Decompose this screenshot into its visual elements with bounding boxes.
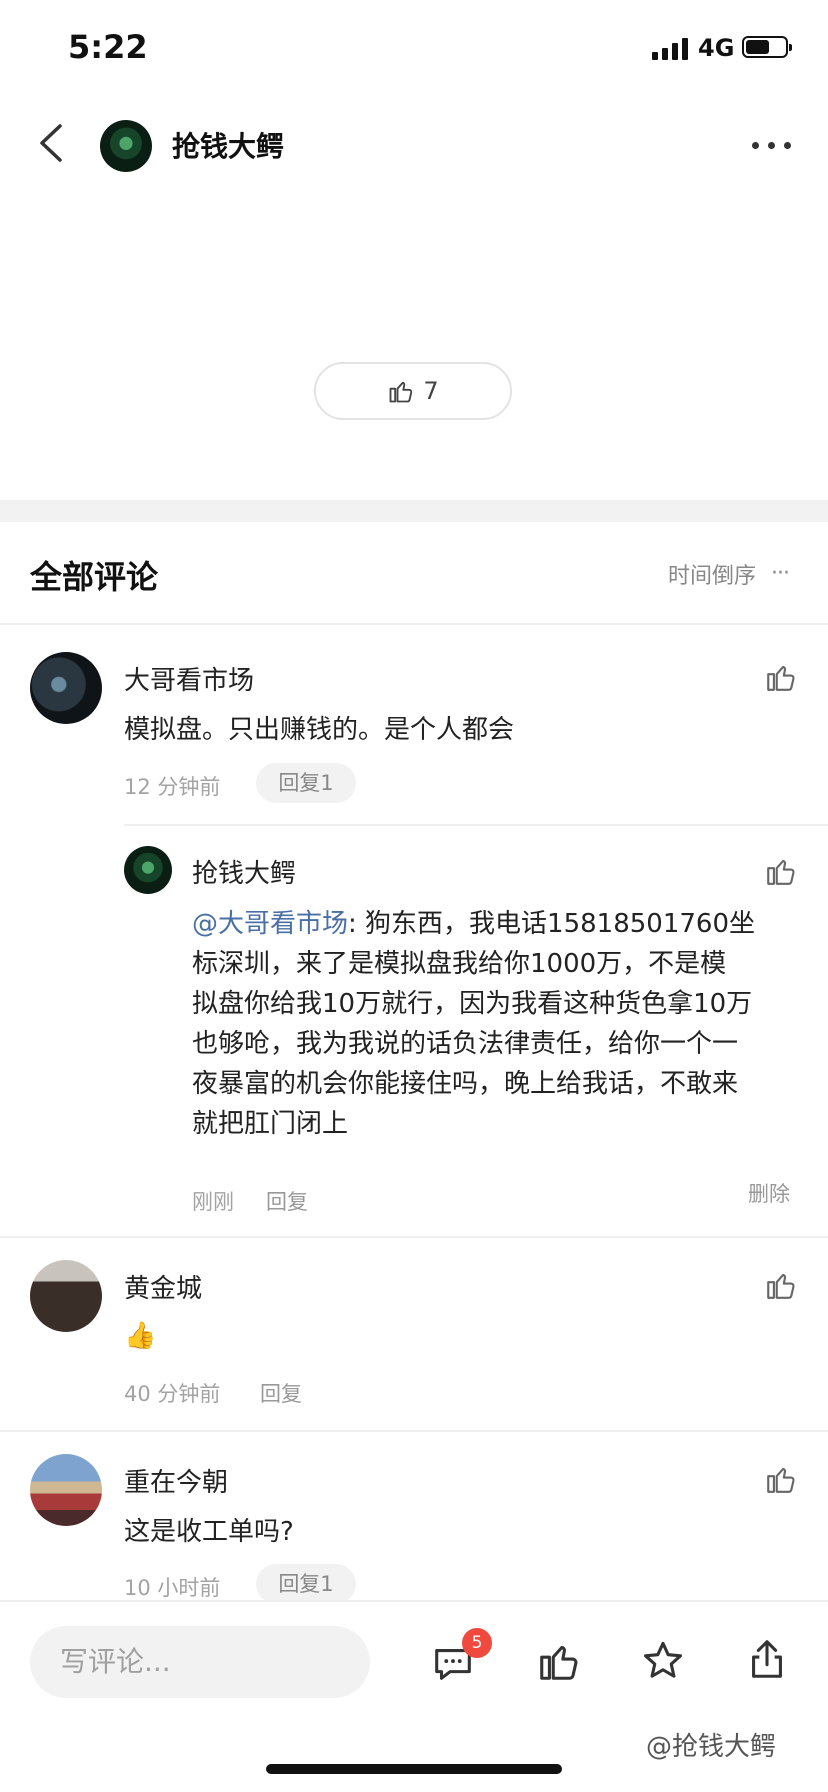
- author-name[interactable]: 抢钱大鳄: [172, 125, 284, 165]
- signal-icon: [652, 36, 688, 60]
- avatar[interactable]: [30, 1454, 102, 1526]
- comment-time: 40 分钟前: [124, 1382, 221, 1406]
- thumbs-up-icon[interactable]: [764, 854, 798, 888]
- comment-input[interactable]: 写评论...: [30, 1626, 370, 1698]
- reply-button[interactable]: 回复: [260, 1378, 302, 1408]
- comment-text: 👍: [124, 1321, 157, 1351]
- thumbs-up-icon[interactable]: [764, 1268, 798, 1302]
- comment-time: 10 小时前: [124, 1576, 221, 1600]
- comment-text: 模拟盘。只出赚钱的。是个人都会: [124, 715, 515, 745]
- reply-text: @大哥看市场: 狗东西，我电话15818501760坐 标深圳，来了是模拟盘我给…: [192, 904, 812, 1144]
- home-indicator: [266, 1764, 562, 1774]
- reply-text-line: : 狗东西，我电话15818501760坐: [348, 909, 756, 939]
- reply-text-line: 标深圳，来了是模拟盘我给你1000万，不是模: [192, 949, 727, 979]
- divider: [124, 824, 828, 826]
- thumbs-up-icon[interactable]: [764, 1462, 798, 1496]
- divider: [0, 1600, 828, 1602]
- thumbs-up-icon[interactable]: [536, 1638, 582, 1684]
- thumbs-up-icon[interactable]: [764, 660, 798, 694]
- comments-title: 全部评论: [30, 558, 159, 596]
- sort-more-icon[interactable]: ···: [771, 561, 790, 586]
- reply-button[interactable]: 回复1: [256, 763, 356, 803]
- comment-author[interactable]: 黄金城: [124, 1268, 202, 1305]
- post-like-count: 7: [423, 377, 439, 405]
- avatar[interactable]: [30, 1260, 102, 1332]
- avatar[interactable]: [124, 846, 172, 894]
- network-type: 4G: [698, 34, 735, 62]
- battery-icon: [742, 36, 792, 58]
- status-time: 5:22: [68, 28, 148, 66]
- comment-author[interactable]: 重在今朝: [124, 1462, 228, 1499]
- divider: [0, 623, 828, 625]
- comment-text: 这是收工单吗?: [124, 1517, 294, 1547]
- reply-text-line: 也够呛，我为我说的话负法律责任，给你一个一: [192, 1029, 739, 1059]
- avatar[interactable]: [30, 652, 102, 724]
- author-avatar[interactable]: [100, 120, 152, 172]
- thumbs-up-icon: [389, 381, 413, 403]
- comment-count-badge: 5: [462, 1628, 492, 1658]
- reply-text-line: 夜暴富的机会你能接住吗，晚上给我话，不敢来: [192, 1069, 739, 1099]
- more-options-icon[interactable]: [752, 130, 800, 160]
- reply-time: 刚刚: [192, 1190, 234, 1214]
- sort-order-button[interactable]: 时间倒序: [668, 558, 756, 590]
- reply-text-line: 就把肛门闭上: [192, 1109, 349, 1139]
- comment-author[interactable]: 大哥看市场: [124, 660, 254, 697]
- divider: [0, 1430, 828, 1432]
- comment-time: 12 分钟前: [124, 775, 221, 799]
- divider: [0, 1236, 828, 1238]
- reply-button[interactable]: 回复1: [256, 1564, 356, 1604]
- delete-button[interactable]: 删除: [748, 1178, 790, 1208]
- reply-button[interactable]: 回复: [266, 1186, 308, 1216]
- back-arrow-icon[interactable]: [28, 118, 78, 168]
- share-icon[interactable]: [744, 1636, 790, 1682]
- post-like-button[interactable]: 7: [314, 362, 512, 420]
- section-separator: [0, 500, 828, 522]
- star-icon[interactable]: [640, 1638, 686, 1684]
- mention-link[interactable]: @大哥看市场: [192, 909, 348, 939]
- reply-author[interactable]: 抢钱大鳄: [192, 853, 296, 890]
- watermark: @抢钱大鳄: [646, 1732, 777, 1762]
- reply-text-line: 拟盘你给我10万就行，因为我看这种货色拿10万: [192, 989, 753, 1019]
